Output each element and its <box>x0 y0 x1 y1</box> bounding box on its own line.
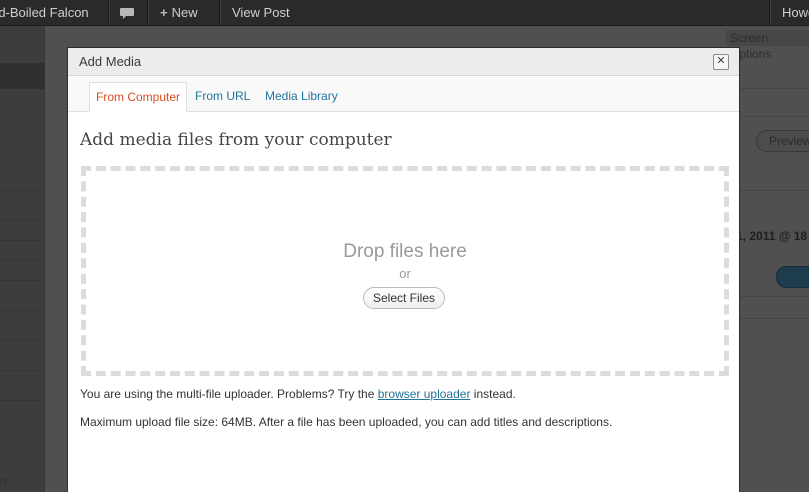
site-name-link[interactable]: rd-Boiled Falcon <box>0 0 89 25</box>
admin-menu-background <box>0 26 54 492</box>
new-label: New <box>171 5 198 20</box>
uploader-note-suffix: instead. <box>473 387 516 401</box>
admin-bar-divider <box>108 0 110 25</box>
menu-divider <box>0 240 44 241</box>
plus-icon: + <box>160 5 168 20</box>
add-media-modal: Add Media ✕ From Computer From URL Media… <box>67 47 740 492</box>
close-icon[interactable]: ✕ <box>713 54 729 70</box>
howdy-menu[interactable]: Howd <box>782 0 809 25</box>
screen-options-button[interactable]: Screen Options <box>726 30 809 61</box>
sidebar-divider <box>738 318 809 319</box>
menu-divider <box>0 400 44 401</box>
drop-zone[interactable]: Drop files here or Select Files <box>81 166 729 376</box>
admin-bar-divider <box>769 0 771 25</box>
page-title: Add media files from your computer <box>80 130 392 150</box>
background-footer-text: n/ <box>0 476 9 487</box>
new-content-button[interactable]: + New <box>160 0 198 25</box>
update-button[interactable] <box>776 266 809 288</box>
comments-button[interactable] <box>115 0 139 25</box>
admin-bar-divider <box>219 0 221 25</box>
sidebar-divider <box>738 88 809 89</box>
uploader-note-text: You are using the multi-file uploader. P… <box>80 387 375 401</box>
media-tabs: From Computer From URL Media Library <box>68 76 739 112</box>
admin-bar: rd-Boiled Falcon +New View Post Howd <box>0 0 809 26</box>
or-text: or <box>399 266 411 281</box>
active-menu-indicator <box>0 63 54 89</box>
drop-files-text: Drop files here <box>343 241 467 262</box>
modal-title-bar: Add Media ✕ <box>68 48 739 76</box>
menu-divider <box>0 340 44 341</box>
preview-button[interactable]: Preview <box>756 130 809 152</box>
select-files-button[interactable]: Select Files <box>363 287 445 309</box>
tab-from-url[interactable]: From URL <box>189 82 256 110</box>
speech-bubble-icon <box>120 8 134 19</box>
menu-divider <box>0 220 44 221</box>
menu-divider <box>0 310 44 311</box>
sidebar-divider <box>738 190 809 191</box>
uploader-note: You are using the multi-file uploader. P… <box>80 387 516 401</box>
admin-bar-divider <box>147 0 149 25</box>
menu-divider <box>0 190 44 191</box>
browser-uploader-link[interactable]: browser uploader <box>378 387 471 401</box>
view-post-link[interactable]: View Post <box>232 0 290 25</box>
menu-divider <box>0 280 44 281</box>
modal-title: Add Media <box>79 54 142 69</box>
max-upload-size-text: Maximum upload file size: 64MB. After a … <box>80 415 613 429</box>
publish-date: 1, 2011 @ 18 <box>736 229 808 243</box>
tab-from-computer[interactable]: From Computer <box>89 82 188 112</box>
sidebar-divider <box>738 116 809 117</box>
menu-divider <box>0 370 44 371</box>
tab-media-library[interactable]: Media Library <box>259 82 344 110</box>
sidebar-divider <box>738 296 809 297</box>
menu-divider <box>0 260 44 261</box>
